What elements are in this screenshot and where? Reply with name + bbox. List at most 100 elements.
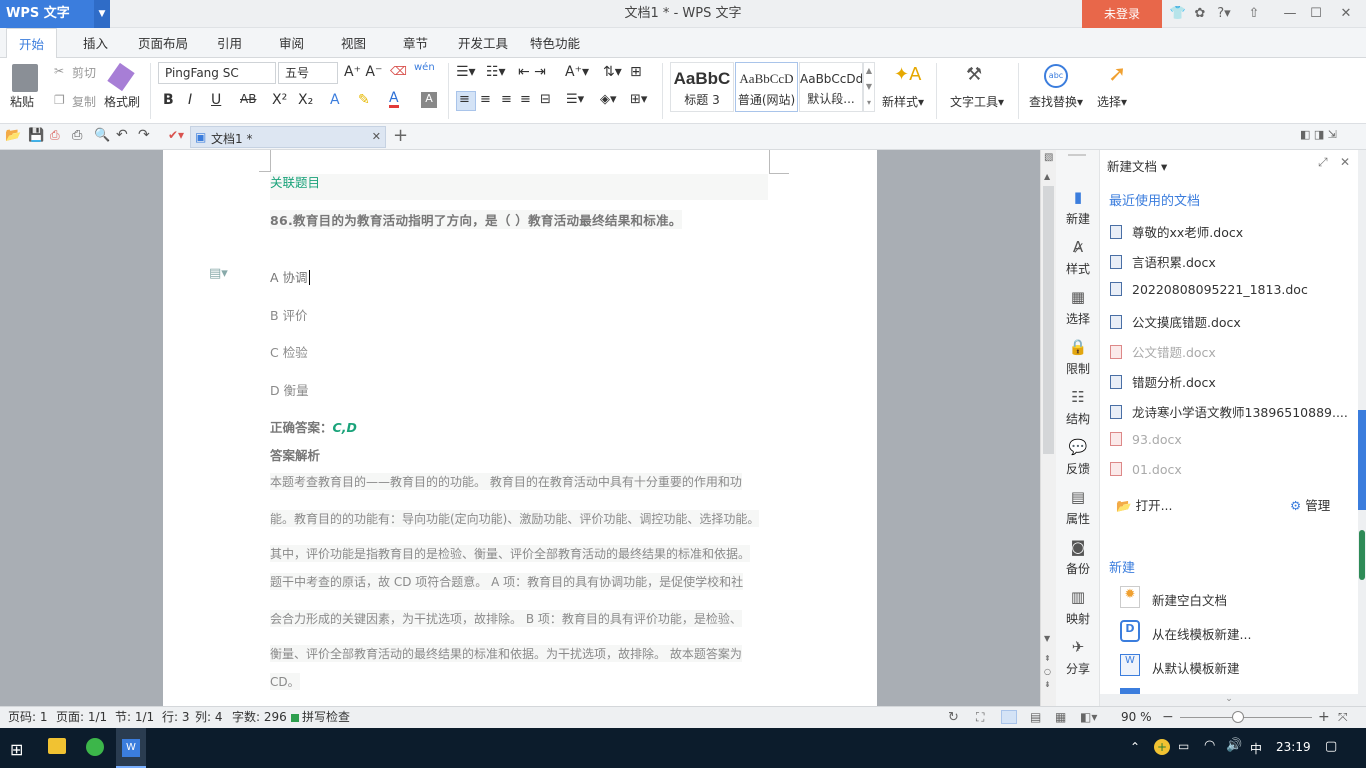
indent-icons[interactable]: ⇤ ⇥ — [518, 64, 546, 80]
recent-file[interactable]: 龙诗寒小学语文教师13896510889.... — [1110, 402, 1350, 421]
minimize-icon[interactable]: — — [1278, 0, 1302, 28]
document-page[interactable]: 关联题目 86.教育目的为教育活动指明了方向，是（ ）教育活动最终结果和标准。 … — [163, 150, 877, 706]
format-painter-button[interactable]: 格式刷 — [104, 93, 140, 110]
superscript-icon[interactable]: X² — [272, 92, 287, 108]
customize-icon[interactable]: ✔▾ — [168, 128, 184, 142]
recent-file[interactable]: 尊敬的xx老师.docx — [1110, 222, 1340, 241]
page-view-button[interactable] — [1001, 710, 1017, 724]
sidebar-item-share[interactable]: ✈ 分享 — [1056, 638, 1100, 677]
new-tab-icon[interactable]: + — [393, 125, 408, 146]
subscript-icon[interactable]: X₂ — [298, 92, 313, 108]
copy-icon[interactable]: ❐ — [54, 93, 65, 107]
recent-file[interactable]: 错题分析.docx — [1110, 372, 1340, 391]
zoom-level[interactable]: 90 % — [1121, 707, 1152, 728]
upload-icon[interactable]: ⇧ — [1242, 0, 1266, 28]
skin-icon[interactable]: ✿ — [1188, 0, 1212, 28]
text-tools-button[interactable]: 文字工具▾ — [950, 93, 1004, 110]
history-icon[interactable]: ↻ — [948, 707, 959, 728]
tab-special[interactable]: 特色功能 — [530, 28, 580, 58]
tray-chevron-icon[interactable]: ⌃ — [1130, 740, 1140, 754]
paste-icon[interactable] — [12, 64, 38, 92]
table-icon[interactable]: ⊞ — [630, 64, 642, 80]
zoom-slider-thumb[interactable] — [1232, 711, 1244, 723]
bold-icon[interactable]: B — [163, 92, 174, 108]
new-from-default-template[interactable]: 从默认模板新建 — [1152, 658, 1240, 677]
border-icon[interactable]: ⊞▾ — [630, 92, 647, 107]
panel-title-dropdown[interactable]: 新建文档 ▾ — [1107, 156, 1167, 175]
new-style-icon[interactable]: ✦A — [894, 64, 921, 85]
volume-icon[interactable]: 🔊 — [1226, 738, 1242, 753]
pinyin-icon[interactable]: wén — [414, 62, 435, 73]
undo-icon[interactable]: ↶ — [116, 127, 128, 143]
panel-scrollbar[interactable] — [1358, 150, 1366, 706]
tray-app-icon[interactable]: + — [1154, 739, 1170, 755]
vertical-scrollbar[interactable]: ▧ ▲ ▼ ⇞ ○ ⇟ — [1040, 150, 1056, 706]
copy-button[interactable]: 复制 — [72, 93, 96, 110]
sidebar-item-restrict[interactable]: 🔒 限制 — [1056, 338, 1100, 377]
recent-file[interactable]: 93.docx — [1110, 432, 1340, 447]
highlight-icon[interactable]: ✎ — [358, 92, 370, 108]
new-style-button[interactable]: 新样式▾ — [882, 93, 924, 110]
cut-button[interactable]: 剪切 — [72, 64, 96, 81]
file-explorer-icon[interactable] — [48, 738, 66, 754]
fit-window-icon[interactable]: ⤧ — [1338, 707, 1348, 728]
recent-file[interactable]: 20220808095221_1813.doc — [1110, 282, 1340, 297]
italic-icon[interactable]: I — [188, 92, 192, 108]
wifi-icon[interactable]: ◠ — [1204, 738, 1215, 753]
browser-icon[interactable] — [86, 738, 104, 756]
battery-icon[interactable]: ▭ — [1178, 739, 1189, 753]
sidebar-item-select[interactable]: ▦ 选择 — [1056, 288, 1100, 327]
split-icon[interactable]: ▧ — [1044, 152, 1053, 163]
sidebar-item-mapping[interactable]: ▥ 映射 — [1056, 588, 1100, 627]
sidebar-item-new[interactable]: ▮ 新建 — [1056, 188, 1100, 227]
recent-file[interactable]: 公文错题.docx — [1110, 342, 1340, 361]
print-preview-icon[interactable]: 🔍 — [94, 128, 110, 143]
underline-icon[interactable]: U — [211, 92, 221, 108]
web-view-icon[interactable]: ▦ — [1055, 707, 1066, 728]
tab-insert[interactable]: 插入 — [83, 28, 108, 58]
style-normal-web[interactable]: AaBbCcD 普通(网站) — [735, 62, 798, 112]
sidebar-item-structure[interactable]: ☷ 结构 — [1056, 388, 1100, 427]
manage-button[interactable]: ⚙ 管理 — [1290, 495, 1330, 514]
find-replace-button[interactable]: 查找替换▾ — [1029, 93, 1083, 110]
windows-start-icon[interactable]: ⊞ — [10, 740, 23, 759]
shading-icon[interactable]: ◈▾ — [600, 92, 617, 107]
recent-file[interactable]: 01.docx — [1110, 462, 1340, 477]
sidebar-item-style[interactable]: A̷ 样式 — [1056, 238, 1100, 277]
close-icon[interactable]: ✕ — [1334, 0, 1358, 28]
notification-icon[interactable]: ▢ — [1325, 739, 1337, 754]
outline-view-icon[interactable]: ▤ — [1030, 707, 1041, 728]
close-panel-icon[interactable]: ✕ — [1340, 155, 1350, 169]
login-button[interactable]: 未登录 — [1082, 0, 1162, 28]
document-tab[interactable]: ▣ 文档1 * ✕ — [190, 126, 386, 148]
font-name-select[interactable]: PingFang SC — [158, 62, 276, 84]
status-words[interactable]: 字数: 296 — [232, 707, 287, 728]
tab-page-layout[interactable]: 页面布局 — [138, 28, 188, 58]
justify-icon[interactable]: ≡ — [520, 92, 531, 107]
new-blank-document[interactable]: 新建空白文档 — [1152, 590, 1227, 609]
zoom-out-icon[interactable]: − — [1162, 707, 1174, 728]
sort-icon[interactable]: ⇅▾ — [603, 64, 622, 80]
scroll-up-icon[interactable]: ▲ — [1044, 172, 1050, 181]
distribute-icon[interactable]: ⊟ — [540, 92, 551, 107]
style-default-paragraph[interactable]: AaBbCcDd 默认段... — [799, 62, 863, 112]
print-icon[interactable]: ⎙ — [72, 128, 82, 143]
paste-button[interactable]: 粘贴 — [10, 93, 34, 110]
tab-developer[interactable]: 开发工具 — [458, 28, 508, 58]
save-icon[interactable]: 💾 — [28, 128, 44, 143]
paragraph-marker-icon[interactable]: ▤▾ — [209, 266, 228, 281]
numbered-list-icon[interactable]: ☷▾ — [486, 64, 506, 80]
redo-icon[interactable]: ↷ — [138, 127, 150, 143]
find-replace-icon[interactable]: abc — [1044, 64, 1068, 88]
ime-indicator[interactable]: 中 — [1250, 740, 1262, 757]
panel-expand-chevron-icon[interactable]: ⌄ — [1100, 694, 1358, 706]
recent-file[interactable]: 言语积累.docx — [1110, 252, 1340, 271]
align-left-icon[interactable]: ≡ — [459, 92, 470, 107]
text-direction-icon[interactable]: A⁺▾ — [565, 64, 589, 80]
undock-icon[interactable]: ⤢ — [1318, 155, 1328, 170]
sidebar-item-properties[interactable]: ▤ 属性 — [1056, 488, 1100, 527]
strikethrough-icon[interactable]: AB — [240, 92, 256, 106]
ribbon-toggle-icons[interactable]: ◧ ◨ ⇲ — [1300, 128, 1337, 141]
font-color-icon[interactable]: A — [389, 91, 399, 108]
align-center-icon[interactable]: ≡ — [480, 92, 491, 107]
